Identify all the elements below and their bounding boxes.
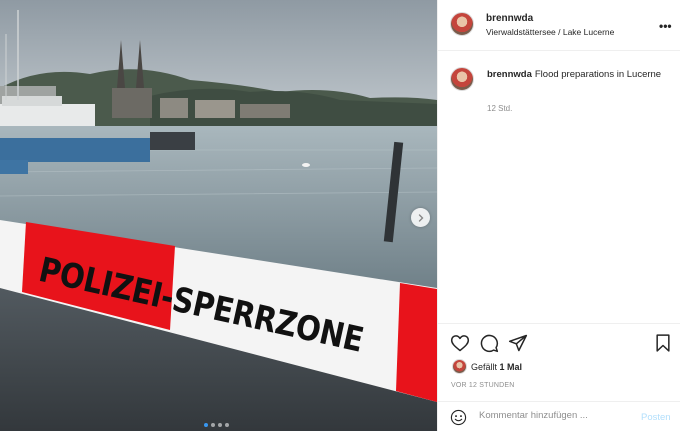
carousel-indicator	[204, 423, 229, 427]
post-photo: POLIZEI-SPERRZONE	[0, 0, 437, 431]
likes-prefix: Gefällt	[471, 362, 498, 372]
comment-input[interactable]	[479, 410, 629, 421]
caption-text: Flood preparations in Lucerne	[534, 69, 662, 80]
post-side-panel: brennwda Vierwaldstättersee / Lake Lucer…	[437, 0, 680, 431]
likes-count-label[interactable]: 1 Mal	[500, 362, 523, 372]
header-username[interactable]: brennwda	[486, 13, 533, 24]
caption-username[interactable]: brennwda	[487, 69, 532, 80]
carousel-dot-active	[204, 423, 208, 427]
chevron-right-icon	[418, 213, 423, 222]
carousel-dot	[211, 423, 215, 427]
carousel-next-button[interactable]	[411, 208, 430, 227]
carousel-dot	[225, 423, 229, 427]
comment-composer: Posten	[438, 401, 680, 431]
liker-avatar[interactable]	[452, 359, 467, 374]
caption-timestamp: 12 Std.	[487, 104, 513, 113]
caption-avatar[interactable]	[450, 67, 474, 91]
share-icon[interactable]	[508, 333, 528, 353]
caption: brennwda Flood preparations in Lucerne	[487, 68, 667, 81]
comment-icon[interactable]	[479, 333, 499, 353]
header-location[interactable]: Vierwaldstättersee / Lake Lucerne	[486, 27, 614, 37]
carousel-dot	[218, 423, 222, 427]
bookmark-icon[interactable]	[653, 333, 673, 353]
lake-scene-illustration	[0, 0, 437, 431]
post-comment-button[interactable]: Posten	[641, 412, 671, 423]
likes-count[interactable]: Gefällt 1 Mal	[471, 362, 522, 372]
heart-icon[interactable]	[450, 333, 470, 353]
smiley-icon[interactable]	[450, 409, 467, 426]
avatar[interactable]	[450, 12, 474, 36]
more-options-icon[interactable]: •••	[659, 19, 672, 33]
post-header: brennwda Vierwaldstättersee / Lake Lucer…	[438, 0, 680, 51]
post-timestamp[interactable]: VOR 12 STUNDEN	[451, 382, 514, 389]
